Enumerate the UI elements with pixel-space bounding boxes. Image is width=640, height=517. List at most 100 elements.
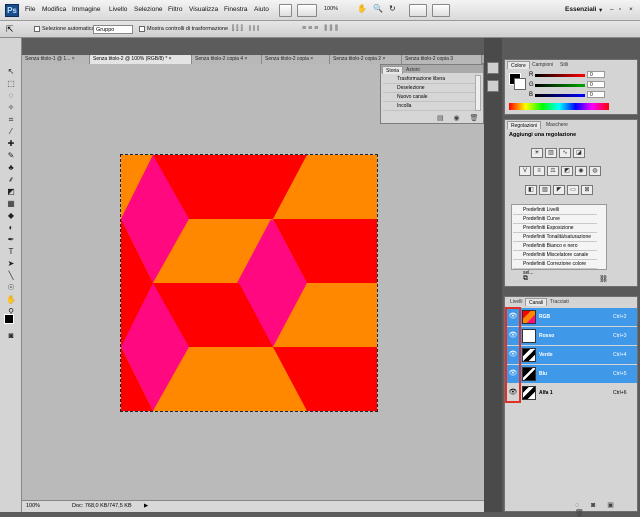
zoom-level[interactable]: 100% xyxy=(324,6,338,12)
actions-dock-icon[interactable] xyxy=(487,80,499,92)
menu-visualizza[interactable]: Visualizza xyxy=(189,6,218,13)
preset-item[interactable]: Predefiniti Miscelatore canale xyxy=(513,251,597,260)
tab-document-2-active[interactable]: Senza titolo-2 @ 100% (RGB/8) * × xyxy=(90,55,192,64)
menu-finestra[interactable]: Finestra xyxy=(224,6,247,13)
tab-tracciati[interactable]: Tracciati xyxy=(547,298,572,306)
channel-row-blu[interactable]: 👁 Blu Ctrl+5 xyxy=(505,365,637,383)
tab-colore[interactable]: Colore xyxy=(507,61,530,69)
history-scrollbar[interactable] xyxy=(475,75,481,111)
tab-maschere[interactable]: Maschere xyxy=(543,121,571,129)
menu-file[interactable]: File xyxy=(25,6,35,13)
status-zoom[interactable]: 100% xyxy=(26,501,40,512)
tab-document-copy4[interactable]: Senza titolo-2 copia 4 × xyxy=(192,55,262,64)
tab-azioni[interactable]: Azioni xyxy=(403,66,423,74)
vibrance-icon[interactable]: V xyxy=(519,166,531,176)
zoom-tool-icon[interactable]: 🔍 xyxy=(373,4,383,13)
menu-aiuto[interactable]: Aiuto xyxy=(254,6,269,13)
preset-item[interactable]: Predefiniti Correzione colore sel... xyxy=(513,260,597,276)
mask-footer-icon[interactable]: ⧉ xyxy=(523,275,528,283)
history-item[interactable]: Incolla xyxy=(383,102,475,111)
preset-item[interactable]: Predefiniti Curve xyxy=(513,215,597,224)
curves-icon[interactable]: ∿ xyxy=(559,148,571,158)
healing-tool-icon[interactable]: ✚ xyxy=(4,138,18,149)
move-tool-icon[interactable]: ↖ xyxy=(4,66,18,77)
tab-document-copy[interactable]: Senza titolo-2 copia × xyxy=(262,55,330,64)
invert-icon[interactable]: ◧ xyxy=(525,185,537,195)
restore-icon[interactable]: ▫ xyxy=(619,6,621,13)
move-tool-icon[interactable]: ⇱ xyxy=(6,24,14,35)
auto-select-checkbox[interactable] xyxy=(34,26,40,32)
distribute-icons[interactable]: ≡≡≡ ⫼⫼⫼ xyxy=(302,25,340,33)
preset-item[interactable]: Predefiniti Bianco e nero xyxy=(513,242,597,251)
menu-livello[interactable]: Livello xyxy=(109,6,127,13)
path-select-tool-icon[interactable]: ➤ xyxy=(4,258,18,269)
color-balance-icon[interactable]: ⚖ xyxy=(547,166,559,176)
close-icon[interactable]: × xyxy=(629,6,633,13)
posterize-icon[interactable]: ▨ xyxy=(539,185,551,195)
rotate-view-icon[interactable]: ↻ xyxy=(389,4,396,13)
status-arrow-icon[interactable]: ▶ xyxy=(144,501,148,512)
history-item[interactable]: Deselezione xyxy=(383,84,475,93)
channel-row-rgb[interactable]: 👁 RGB Ctrl+2 xyxy=(505,308,637,326)
tab-storia[interactable]: Storia xyxy=(382,66,404,74)
channel-mixer-icon[interactable]: ◍ xyxy=(589,166,601,176)
tab-document-copy3[interactable]: Senza titolo-2 copia 3 xyxy=(402,55,482,64)
hand-tool-icon[interactable]: ✋ xyxy=(357,4,367,13)
auto-select-dropdown[interactable]: Gruppo xyxy=(93,25,133,34)
history-item[interactable]: Nuovo canale xyxy=(383,93,475,102)
tab-livelli[interactable]: Livelli xyxy=(507,298,526,306)
type-tool-icon[interactable]: T xyxy=(4,246,18,257)
pen-tool-icon[interactable]: ✒ xyxy=(4,234,18,245)
arrange-documents-button[interactable] xyxy=(409,4,427,17)
history-brush-tool-icon[interactable]: ⸙ xyxy=(4,174,18,185)
screen-mode-button[interactable] xyxy=(432,4,450,17)
eraser-tool-icon[interactable]: ◩ xyxy=(4,186,18,197)
brightness-icon[interactable]: ☀ xyxy=(531,148,543,158)
hand-tool-icon[interactable]: ✋ xyxy=(4,294,18,305)
bridge-button[interactable] xyxy=(279,4,292,17)
lasso-tool-icon[interactable]: ◌ xyxy=(4,90,18,101)
photo-filter-icon[interactable]: ◉ xyxy=(575,166,587,176)
menu-immagine[interactable]: Immagine xyxy=(72,6,101,13)
blur-tool-icon[interactable]: ◆ xyxy=(4,210,18,221)
tab-canali[interactable]: Canali xyxy=(525,298,548,306)
brush-tool-icon[interactable]: ✎ xyxy=(4,150,18,161)
color-ramp[interactable] xyxy=(509,103,609,110)
history-item[interactable]: Trasformazione libera xyxy=(383,75,475,84)
eyedropper-tool-icon[interactable]: ⁄ xyxy=(4,126,18,137)
slider-g[interactable] xyxy=(535,84,585,87)
value-g[interactable]: 0 xyxy=(587,81,605,88)
chevron-down-icon[interactable]: ▾ xyxy=(599,6,602,14)
slider-r[interactable] xyxy=(535,74,585,77)
quick-select-tool-icon[interactable]: ✧ xyxy=(4,102,18,113)
dodge-tool-icon[interactable]: ◐ xyxy=(4,222,18,233)
clone-stamp-tool-icon[interactable]: ♣ xyxy=(4,162,18,173)
gradient-tool-icon[interactable]: ▦ xyxy=(4,198,18,209)
align-icons[interactable]: ⫿⫿⫿ ⫾⫾⫾ xyxy=(232,25,261,33)
menu-filtro[interactable]: Filtro xyxy=(168,6,182,13)
black-white-icon[interactable]: ◩ xyxy=(561,166,573,176)
preset-item[interactable]: Predefiniti Tonalità/saturazione xyxy=(513,233,597,242)
preset-item[interactable]: Predefiniti Esposizione xyxy=(513,224,597,233)
levels-icon[interactable]: ▥ xyxy=(545,148,557,158)
menu-selezione[interactable]: Selezione xyxy=(134,6,163,13)
tab-document-copy2[interactable]: Senza titolo-2 copia 2 × xyxy=(330,55,402,64)
marquee-tool-icon[interactable]: ⬚ xyxy=(4,78,18,89)
history-footer-icons[interactable]: ▤ ◉ 🗑 xyxy=(437,114,483,122)
document-canvas[interactable] xyxy=(120,154,378,412)
exposure-icon[interactable]: ◪ xyxy=(573,148,585,158)
menu-modifica[interactable]: Modifica xyxy=(42,6,66,13)
channel-row-verde[interactable]: 👁 Verde Ctrl+4 xyxy=(505,346,637,364)
tab-document-1[interactable]: Senza titolo-1 @ 1... × xyxy=(22,55,90,64)
quick-mask-icon[interactable]: ◙ xyxy=(4,330,18,341)
view-extras-button[interactable] xyxy=(297,4,317,17)
show-transform-checkbox[interactable] xyxy=(139,26,145,32)
background-color-swatch[interactable] xyxy=(514,78,526,90)
threshold-icon[interactable]: ◤ xyxy=(553,185,565,195)
shape-tool-icon[interactable]: ╲ xyxy=(4,270,18,281)
channel-row-rosso[interactable]: 👁 Rosso Ctrl+3 xyxy=(505,327,637,345)
slider-b[interactable] xyxy=(535,94,585,97)
tab-regolazioni[interactable]: Regolazioni xyxy=(507,121,542,129)
gradient-map-icon[interactable]: ▭ xyxy=(567,185,579,195)
value-r[interactable]: 0 xyxy=(587,71,605,78)
